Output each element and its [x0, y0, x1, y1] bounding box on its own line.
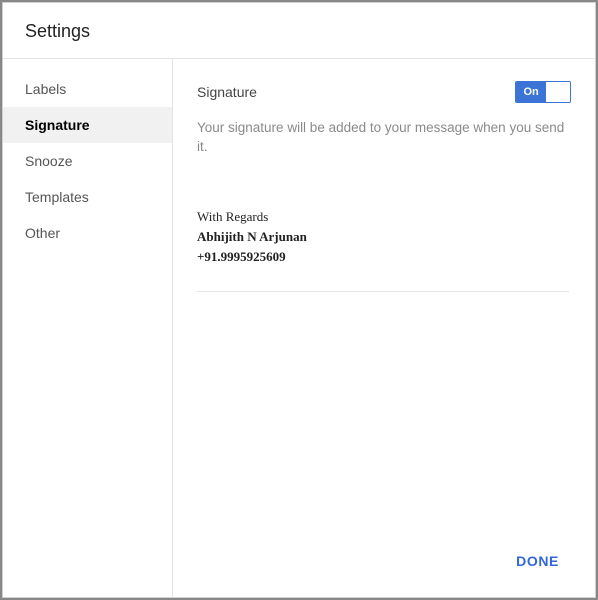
signature-description: Your signature will be added to your mes… [197, 119, 571, 157]
toggle-knob [546, 82, 570, 102]
sidebar-item-signature[interactable]: Signature [3, 107, 172, 143]
signature-preview[interactable]: With Regards Abhijith N Arjunan +91.9995… [197, 207, 569, 292]
signature-section-label: Signature [197, 84, 257, 100]
sidebar-item-snooze[interactable]: Snooze [3, 143, 172, 179]
done-button[interactable]: DONE [508, 547, 567, 575]
signature-toggle[interactable]: On [515, 81, 571, 103]
signature-line-2: Abhijith N Arjunan [197, 227, 569, 247]
settings-modal: Settings Labels Signature Snooze Templat… [2, 2, 596, 598]
toggle-on-label: On [516, 82, 546, 102]
signature-line-3: +91.9995925609 [197, 247, 569, 267]
page-title: Settings [25, 21, 573, 42]
sidebar-item-other[interactable]: Other [3, 215, 172, 251]
modal-header: Settings [3, 3, 595, 59]
sidebar-item-labels[interactable]: Labels [3, 71, 172, 107]
settings-sidebar: Labels Signature Snooze Templates Other [3, 59, 173, 597]
modal-body: Labels Signature Snooze Templates Other … [3, 59, 595, 597]
settings-content: Signature On Your signature will be adde… [173, 59, 595, 597]
signature-line-1: With Regards [197, 207, 569, 227]
modal-footer: DONE [197, 537, 571, 587]
sidebar-item-templates[interactable]: Templates [3, 179, 172, 215]
signature-row: Signature On [197, 81, 571, 103]
